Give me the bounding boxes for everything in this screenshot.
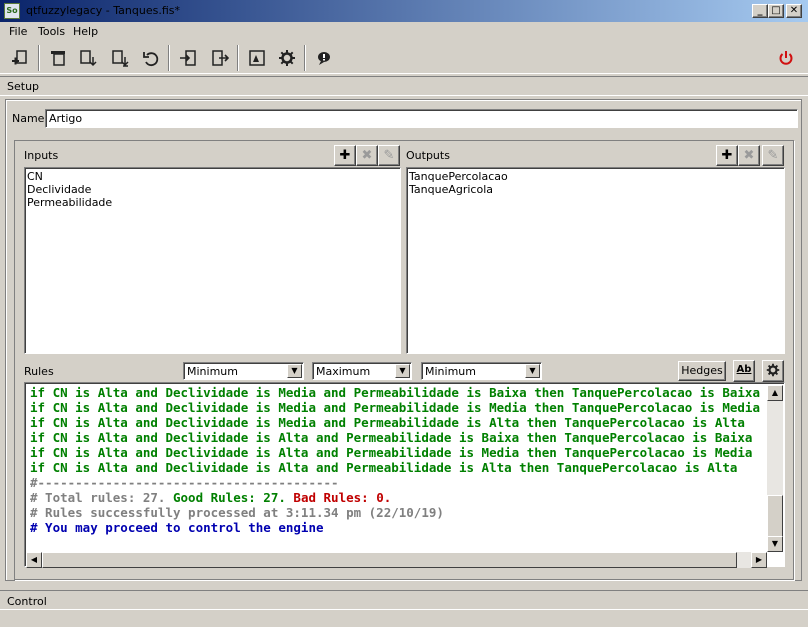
triangle-up-icon: ▲ xyxy=(771,388,779,397)
scroll-left-button[interactable]: ◀ xyxy=(26,552,42,568)
about-icon[interactable] xyxy=(312,46,336,70)
export-arrow-icon[interactable] xyxy=(208,46,232,70)
power-icon[interactable] xyxy=(774,46,798,70)
inputs-label: Inputs xyxy=(24,149,59,162)
toolbar-separator xyxy=(237,45,239,71)
scroll-down-button[interactable]: ▼ xyxy=(767,536,783,552)
inputs-list[interactable]: CN Declividade Permeabilidade xyxy=(24,167,401,354)
pencil-icon: ✎ xyxy=(767,148,779,163)
plus-icon: ✚ xyxy=(721,148,733,163)
list-item[interactable]: TanquePercolacao xyxy=(409,170,782,183)
list-item[interactable]: Declividade xyxy=(27,183,398,196)
scroll-thumb[interactable] xyxy=(42,552,737,568)
edit-input-button[interactable]: ✎ xyxy=(378,145,400,166)
import-icon[interactable] xyxy=(76,46,100,70)
new-file-icon[interactable] xyxy=(8,46,32,70)
edit-icon[interactable] xyxy=(245,46,269,70)
settings-icon[interactable] xyxy=(275,46,299,70)
triangle-down-icon: ▼ xyxy=(771,539,779,548)
gear-icon xyxy=(766,363,780,380)
plus-icon: ✚ xyxy=(339,148,351,163)
maximize-button[interactable]: □ xyxy=(768,4,784,18)
menu-bar xyxy=(0,22,808,42)
window-title: qtfuzzylegacy - Tanques.fis* xyxy=(26,4,180,17)
toolbar-separator xyxy=(168,45,170,71)
rule-line[interactable]: if CN is Alta and Declividade is Media a… xyxy=(30,400,768,415)
remove-output-button[interactable]: ✖ xyxy=(738,145,760,166)
list-item[interactable]: TanqueAgricola xyxy=(409,183,782,196)
name-label: Name xyxy=(12,112,45,125)
copy-icon[interactable] xyxy=(46,46,70,70)
implication-select[interactable]: Minimum ▼ xyxy=(421,362,542,380)
pencil-icon: ✎ xyxy=(383,148,395,163)
rules-label: Rules xyxy=(24,365,54,378)
implication-value: Minimum xyxy=(425,365,476,378)
rule-proceed-line[interactable]: # You may proceed to control the engine xyxy=(30,520,768,535)
menu-help[interactable]: Help xyxy=(73,25,98,38)
remove-input-button[interactable]: ✖ xyxy=(356,145,378,166)
conjunction-select[interactable]: Minimum ▼ xyxy=(183,362,304,380)
app-icon: So xyxy=(4,3,20,19)
cross-icon: ✖ xyxy=(361,148,373,163)
triangle-left-icon: ◀ xyxy=(30,555,38,564)
disjunction-value: Maximum xyxy=(316,365,371,378)
rules-settings-button[interactable] xyxy=(762,360,784,382)
spellcheck-button[interactable]: Ab xyxy=(733,360,755,382)
setup-tab[interactable] xyxy=(0,76,808,96)
setup-tab-label: Setup xyxy=(7,80,40,93)
chevron-down-icon: ▼ xyxy=(525,364,540,378)
outputs-list[interactable]: TanquePercolacao TanqueAgricola xyxy=(406,167,785,354)
name-input[interactable] xyxy=(45,109,798,128)
add-input-button[interactable]: ✚ xyxy=(334,145,356,166)
rule-processed-line[interactable]: # Rules successfully processed at 3:11.3… xyxy=(30,505,768,520)
add-output-button[interactable]: ✚ xyxy=(716,145,738,166)
toolbar-separator xyxy=(38,45,40,71)
rules-editor[interactable]: if CN is Alta and Declividade is Media a… xyxy=(24,382,785,567)
scroll-right-button[interactable]: ▶ xyxy=(751,552,767,568)
rule-line[interactable]: if CN is Alta and Declividade is Alta an… xyxy=(30,430,768,445)
minimize-button[interactable]: _ xyxy=(752,4,768,18)
triangle-right-icon: ▶ xyxy=(755,555,763,564)
disjunction-select[interactable]: Maximum ▼ xyxy=(312,362,412,380)
hedges-button[interactable]: Hedges xyxy=(678,361,726,381)
toolbar-separator xyxy=(304,45,306,71)
rules-vertical-scrollbar[interactable]: ▲ ▼ xyxy=(767,385,783,552)
close-button[interactable]: ✕ xyxy=(786,4,802,18)
summary-total: # Total rules: 27. xyxy=(30,490,173,505)
summary-bad: Bad Rules: 0. xyxy=(285,490,392,505)
control-tab-label: Control xyxy=(7,595,47,608)
scroll-up-button[interactable]: ▲ xyxy=(767,385,783,401)
chevron-down-icon: ▼ xyxy=(395,364,410,378)
rule-line[interactable]: if CN is Alta and Declividade is Alta an… xyxy=(30,445,768,460)
edit-output-button[interactable]: ✎ xyxy=(762,145,784,166)
list-item[interactable]: CN xyxy=(27,170,398,183)
export-icon[interactable] xyxy=(108,46,132,70)
scroll-thumb[interactable] xyxy=(767,495,783,537)
import-arrow-icon[interactable] xyxy=(176,46,200,70)
chevron-down-icon: ▼ xyxy=(287,364,302,378)
menu-file[interactable]: File xyxy=(9,25,27,38)
summary-good: Good Rules: 27. xyxy=(173,490,286,505)
rule-separator-line[interactable]: #---------------------------------------… xyxy=(30,475,768,490)
list-item[interactable]: Permeabilidade xyxy=(27,196,398,209)
undo-icon[interactable] xyxy=(139,46,163,70)
rule-summary-line[interactable]: # Total rules: 27. Good Rules: 27. Bad R… xyxy=(30,490,768,505)
rules-horizontal-scrollbar[interactable]: ◀ ▶ xyxy=(26,552,767,568)
cross-icon: ✖ xyxy=(743,148,755,163)
rule-line[interactable]: if CN is Alta and Declividade is Media a… xyxy=(30,415,768,430)
rule-line[interactable]: if CN is Alta and Declividade is Alta an… xyxy=(30,460,768,475)
control-tab[interactable] xyxy=(0,590,808,610)
outputs-label: Outputs xyxy=(406,149,450,162)
menu-tools[interactable]: Tools xyxy=(38,25,65,38)
conjunction-value: Minimum xyxy=(187,365,238,378)
rule-line[interactable]: if CN is Alta and Declividade is Media a… xyxy=(30,385,768,400)
